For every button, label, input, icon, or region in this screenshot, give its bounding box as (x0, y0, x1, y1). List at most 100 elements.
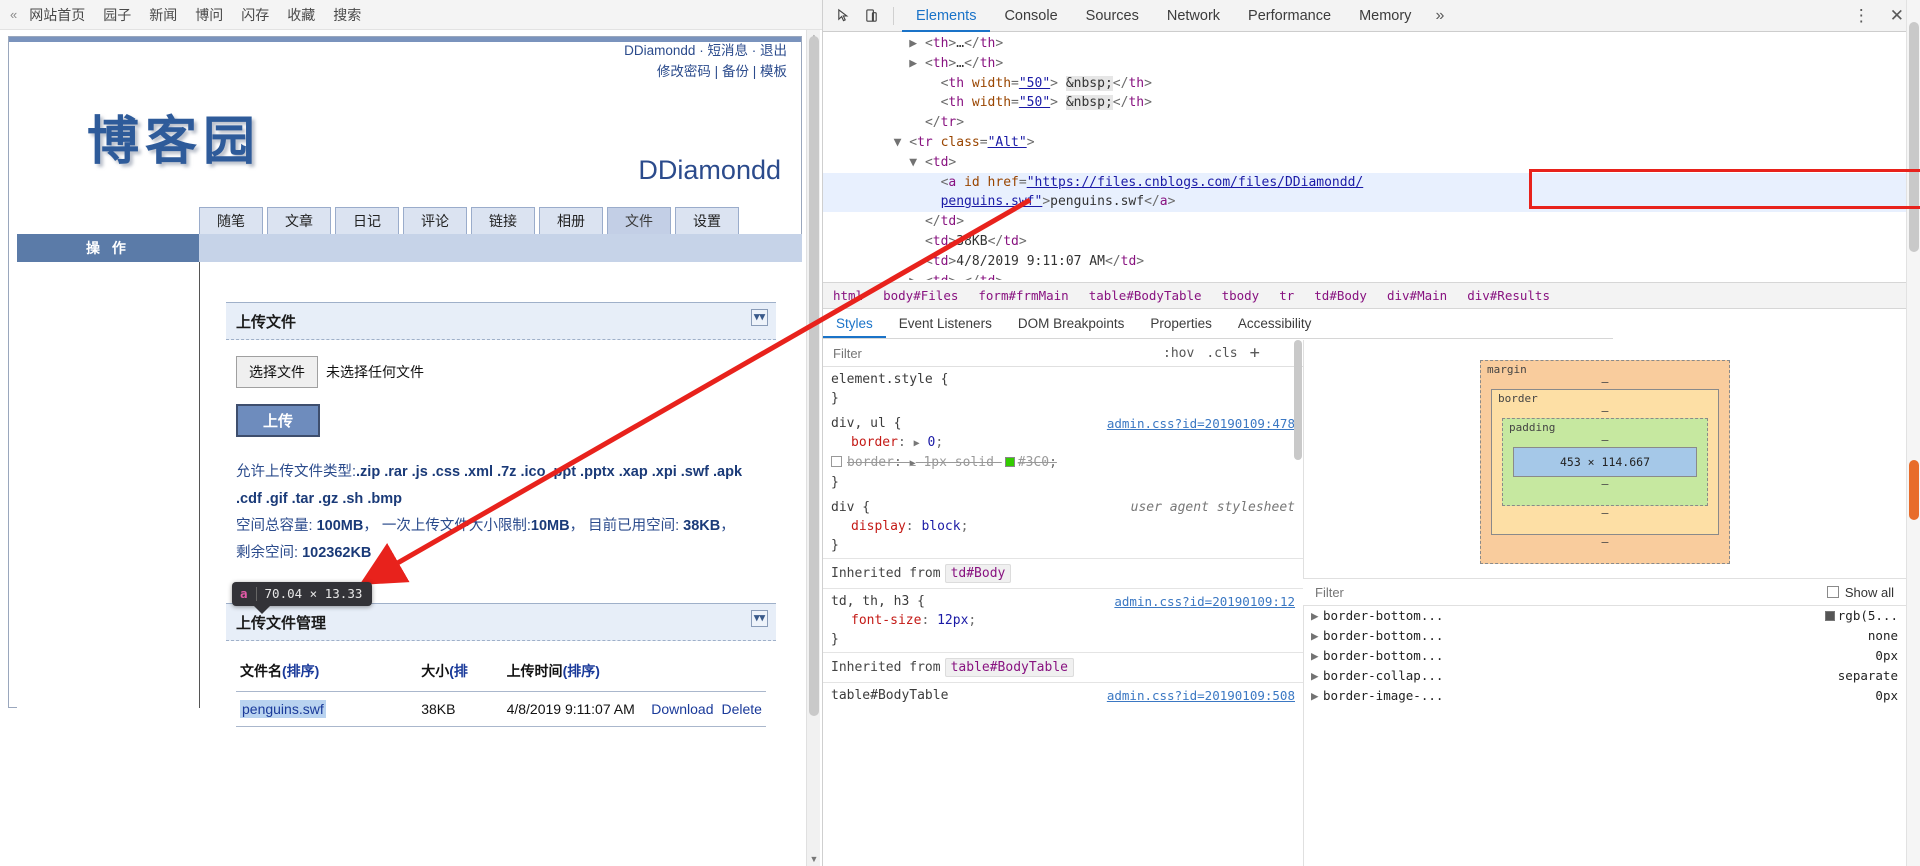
tab-suibi[interactable]: 随笔 (199, 207, 263, 235)
disclosure-triangle-icon[interactable]: ▶ (1311, 646, 1323, 666)
file-link-penguins[interactable]: penguins.swf (240, 700, 326, 718)
tab-console[interactable]: Console (990, 0, 1071, 32)
hov-toggle[interactable]: :hov (1163, 346, 1194, 361)
nav-collapse-icon[interactable]: « (10, 7, 17, 22)
more-tabs-icon[interactable]: » (1425, 7, 1454, 25)
col-time-sort[interactable]: (排序) (563, 663, 600, 679)
tab-pinglun[interactable]: 评论 (403, 207, 467, 235)
show-all-toggle[interactable]: Show all (1826, 585, 1894, 600)
computed-row[interactable]: ▶ border-image-... 0px (1303, 686, 1906, 706)
choose-file-button[interactable]: 选择文件 (236, 356, 318, 388)
short-message-link[interactable]: 短消息 (707, 43, 748, 58)
color-swatch-icon[interactable] (1824, 611, 1835, 621)
dom-line-4[interactable]: </tr> (823, 113, 1906, 133)
nav-item-home[interactable]: 网站首页 (29, 5, 85, 25)
subtab-accessibility[interactable]: Accessibility (1225, 309, 1325, 338)
box-model-margin-top[interactable]: – (1602, 375, 1609, 389)
page-scrollbar-thumb[interactable] (809, 36, 819, 716)
tab-performance[interactable]: Performance (1234, 0, 1345, 32)
styles-inner-scrollbar[interactable] (1293, 340, 1303, 510)
dom-line-0[interactable]: ▶ <th>…</th> (823, 34, 1906, 54)
box-model-border-top[interactable]: – (1602, 404, 1609, 418)
inspect-cursor-icon[interactable] (829, 3, 857, 29)
prop-expand-arrow-0[interactable]: ▶ (914, 438, 920, 449)
tab-xiangce[interactable]: 相册 (539, 207, 603, 235)
dom-line-5[interactable]: ▼ <tr class="Alt"> (823, 133, 1906, 153)
dom-tree[interactable]: ▶ <th>…</th> ▶ <th>…</th> <th width="50"… (823, 32, 1906, 280)
devtools-scrollbar-marker[interactable] (1909, 460, 1919, 520)
dom-line-2[interactable]: <th width="50"> &nbsp;</th> (823, 74, 1906, 94)
tab-elements[interactable]: Elements (902, 0, 990, 32)
tab-wenjian[interactable]: 文件 (607, 207, 671, 235)
col-size-sort[interactable]: (排 (449, 663, 468, 679)
computed-row[interactable]: ▶ border-bottom... 0px (1303, 646, 1906, 666)
disclosure-triangle-icon[interactable]: ▼ (909, 155, 925, 170)
device-toolbar-icon[interactable] (857, 3, 885, 29)
dom-line-8[interactable]: penguins.swf">penguins.swf</a> (823, 192, 1906, 213)
rule-source-div-ul[interactable]: admin.css?id=20190109:478 (1107, 414, 1295, 433)
disclosure-triangle-icon[interactable]: ▶ (909, 56, 925, 71)
computed-row[interactable]: ▶ border-bottom... rgb(5... (1303, 606, 1906, 626)
tab-memory[interactable]: Memory (1345, 0, 1425, 32)
tab-shezhi[interactable]: 设置 (675, 207, 739, 235)
tab-lianjie[interactable]: 链接 (471, 207, 535, 235)
disclosure-triangle-icon[interactable]: ▶ (1311, 686, 1323, 706)
nav-item-ing[interactable]: 闪存 (241, 5, 269, 25)
dom-line-1[interactable]: ▶ <th>…</th> (823, 54, 1906, 74)
tab-network[interactable]: Network (1153, 0, 1234, 32)
box-model-border-bottom[interactable]: – (1602, 506, 1609, 520)
new-style-rule-button[interactable]: + (1250, 343, 1260, 363)
inherited-chip-1[interactable]: td#Body (944, 564, 1012, 583)
breadcrumb[interactable]: html body#Files form#frmMain table#BodyTabl… (823, 282, 1920, 309)
dom-line-9[interactable]: </td> (823, 212, 1906, 232)
styles-inner-scrollbar-thumb[interactable] (1294, 340, 1302, 460)
computed-properties-list[interactable]: ▶ border-bottom... rgb(5... ▶ border-bottom.… (1303, 606, 1906, 866)
disclosure-triangle-icon[interactable]: ▶ (909, 36, 925, 51)
disclosure-triangle-icon[interactable]: ▶ (1311, 606, 1323, 626)
prop-expand-arrow-1[interactable]: ▶ (910, 458, 916, 469)
nav-item-search[interactable]: 搜索 (333, 5, 361, 25)
dom-line-12[interactable]: ▶ <td>…</td> (823, 272, 1906, 280)
subtab-styles[interactable]: Styles (823, 309, 886, 338)
download-link[interactable]: Download (651, 701, 713, 717)
tab-sources[interactable]: Sources (1072, 0, 1153, 32)
breadcrumb-item-html[interactable]: html (823, 288, 873, 303)
prop-display[interactable]: display: block; (831, 517, 1295, 536)
user-name-link[interactable]: DDiamondd (624, 43, 695, 58)
breadcrumb-item-table-BodyTable[interactable]: table#BodyTable (1079, 288, 1212, 303)
prop-font-size[interactable]: font-size: 12px; (831, 611, 1295, 630)
chevron-double-down-icon-2[interactable]: ▾▾ (751, 610, 768, 627)
breadcrumb-item-div-Main[interactable]: div#Main (1377, 288, 1457, 303)
breadcrumb-item-tbody[interactable]: tbody (1212, 288, 1270, 303)
color-swatch-icon[interactable] (1004, 457, 1015, 467)
subtab-dom-breakpoints[interactable]: DOM Breakpoints (1005, 309, 1138, 338)
disclosure-triangle-icon[interactable]: ▶ (1311, 626, 1323, 646)
computed-row[interactable]: ▶ border-collap... separate (1303, 666, 1906, 686)
logout-link[interactable]: 退出 (760, 43, 787, 58)
cls-toggle[interactable]: .cls (1206, 346, 1237, 361)
subtab-event-listeners[interactable]: Event Listeners (886, 309, 1005, 338)
dom-line-3[interactable]: <th width="50"> &nbsp;</th> (823, 93, 1906, 113)
breadcrumb-item-td-Body[interactable]: td#Body (1304, 288, 1377, 303)
dom-line-7[interactable]: <a id href="https://files.cnblogs.com/fi… (823, 172, 1906, 193)
show-all-checkbox[interactable] (1826, 586, 1839, 598)
box-model-border[interactable]: border – padding – 453 × 114.667 – – (1491, 389, 1719, 535)
dom-line-11[interactable]: <td>4/8/2019 9:11:07 AM</td> (823, 252, 1906, 272)
breadcrumb-item-tr[interactable]: tr (1269, 288, 1304, 303)
tab-wenzhang[interactable]: 文章 (267, 207, 331, 235)
nav-item-garden[interactable]: 园子 (103, 5, 131, 25)
page-scrollbar[interactable]: ▲ ▼ (806, 30, 820, 866)
change-password-link[interactable]: 修改密码 (657, 64, 711, 79)
breadcrumb-item-form-frmMain[interactable]: form#frmMain (968, 288, 1078, 303)
devtools-scrollbar-thumb[interactable] (1909, 22, 1919, 252)
disclosure-triangle-icon[interactable]: ▼ (894, 135, 910, 150)
prop-enable-checkbox-1[interactable] (831, 456, 842, 467)
inherited-chip-2[interactable]: table#BodyTable (944, 658, 1074, 677)
template-link[interactable]: 模板 (760, 64, 787, 79)
breadcrumb-item-body-Files[interactable]: body#Files (873, 288, 968, 303)
disclosure-triangle-icon[interactable]: ▶ (909, 274, 925, 280)
styles-filter-input[interactable] (831, 343, 1131, 363)
cnblogs-logo[interactable]: 博客园 (87, 99, 261, 174)
box-model-margin[interactable]: margin – border – padding – 453 × 114.66… (1480, 360, 1730, 564)
delete-link[interactable]: Delete (722, 701, 762, 717)
